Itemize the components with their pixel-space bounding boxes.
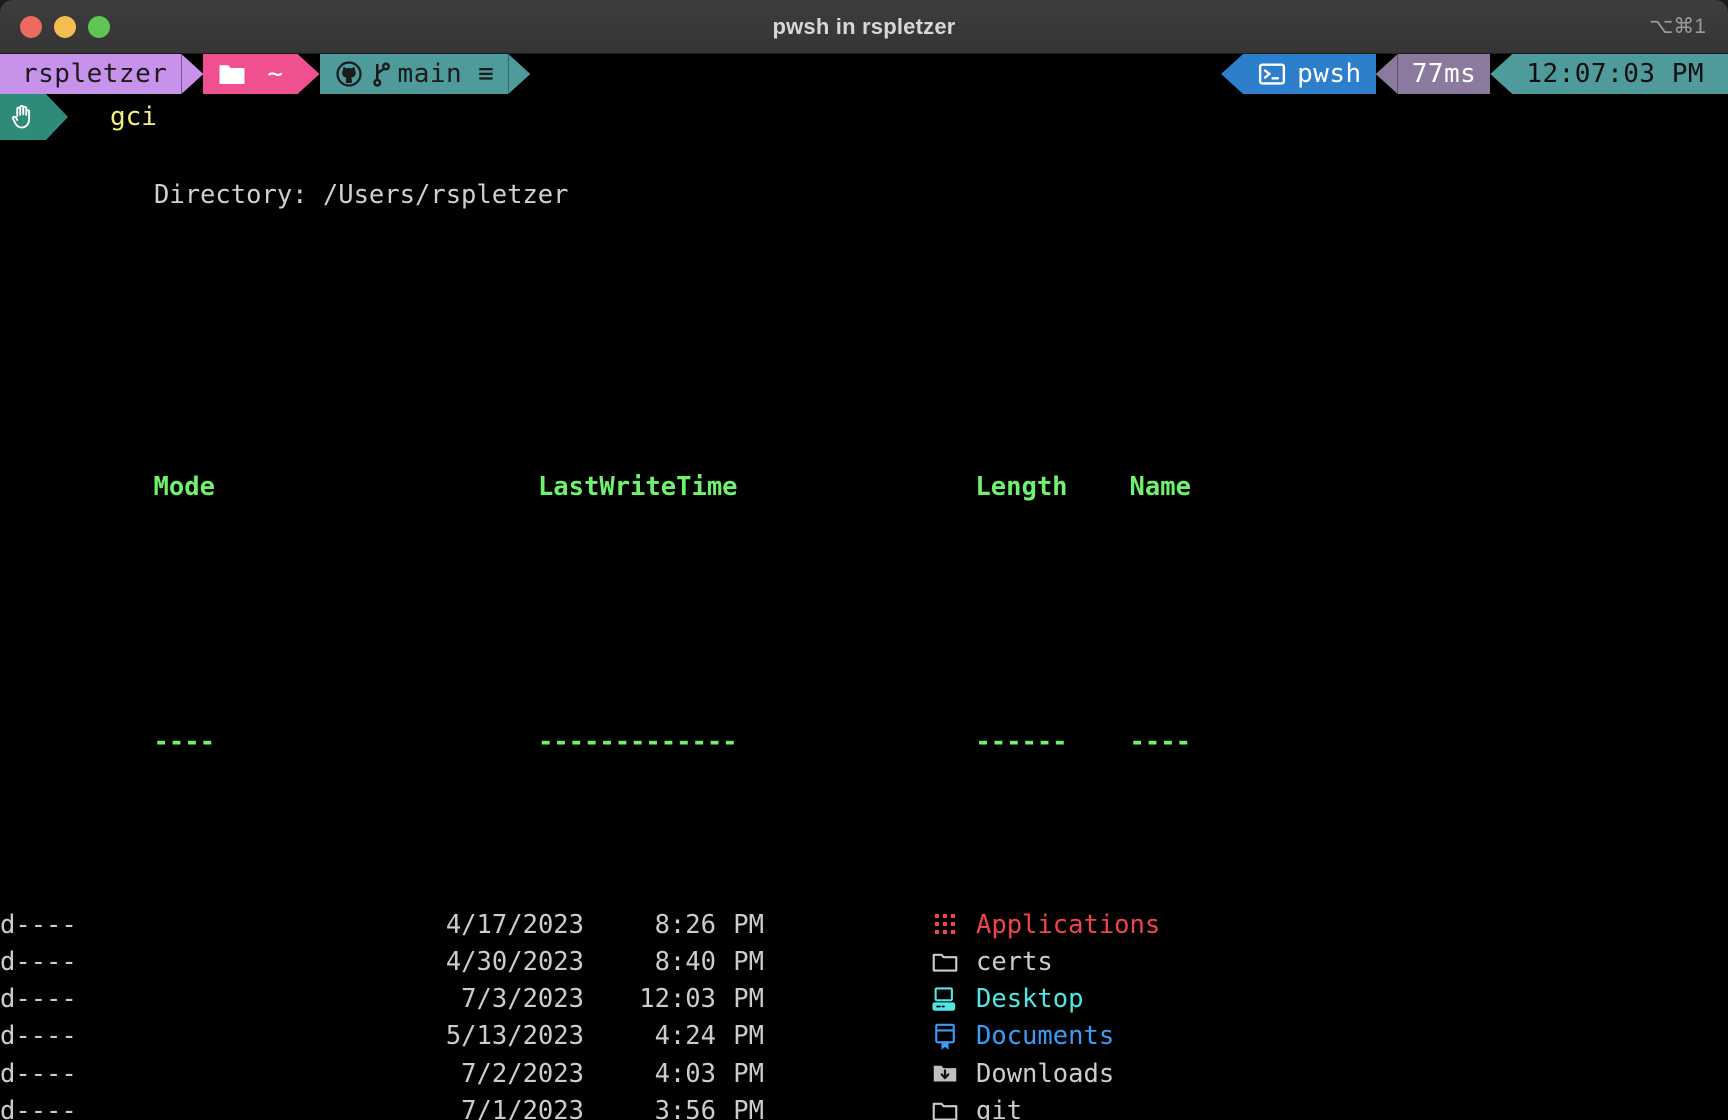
table-rows: d---- 4/17/2023 8:26 PM Applications d---- 4/… <box>0 907 1728 1120</box>
hand-icon <box>0 94 46 140</box>
cell-mode: d---- <box>0 1095 77 1120</box>
column-header-name: Name <box>1129 471 1191 502</box>
keyboard-shortcut-hint: ⌥⌘1 <box>1649 15 1706 38</box>
cell-ampm: PM <box>733 909 764 940</box>
terminal-body[interactable]: rspletzer ~ main ≡ pwsh 77ms 12:07:03 PM… <box>0 54 1728 1120</box>
terminal-window: pwsh in rspletzer ⌥⌘1 rspletzer ~ main ≡… <box>0 0 1728 1120</box>
zoom-button[interactable] <box>88 15 110 38</box>
rule-length: ------ <box>975 727 1068 757</box>
cell-mode: d---- <box>0 1021 77 1052</box>
desktop-icon <box>914 982 976 1019</box>
prompt-clock: 12:07:03 PM <box>1512 54 1728 94</box>
cell-ampm: PM <box>733 1021 764 1052</box>
cell-date: 7/1/2023 <box>461 1095 584 1120</box>
table-row: d---- 7/3/2023 12:03 PM Desktop <box>0 981 1728 1018</box>
cell-name[interactable]: git <box>976 1093 1022 1120</box>
column-header-length: Length <box>975 471 1068 502</box>
prompt-git: main ≡ <box>319 54 509 94</box>
prompt-path-label: ~ <box>267 59 284 89</box>
table-row: d---- 7/2/2023 4:03 PM Downloads <box>0 1056 1728 1093</box>
cell-time: 8:40 <box>654 946 716 977</box>
chevron-right-icon <box>181 54 204 94</box>
close-button[interactable] <box>20 15 42 38</box>
command-output: Directory: /Users/rspletzer Mode LastWrit… <box>0 140 1728 1120</box>
folder-icon <box>914 1094 976 1120</box>
cell-ampm: PM <box>733 1058 764 1089</box>
chevron-right-icon <box>297 54 320 94</box>
folder-icon <box>217 59 247 89</box>
prompt-duration: 77ms <box>1397 54 1491 94</box>
prompt-user: rspletzer <box>0 54 182 94</box>
table-row: d---- 4/30/2023 8:40 PM certs <box>0 944 1728 981</box>
rule-name: ---- <box>1129 727 1191 757</box>
cell-date: 7/3/2023 <box>461 984 584 1014</box>
column-header-lastwritetime: LastWriteTime <box>537 471 738 502</box>
cell-ampm: PM <box>733 1095 764 1120</box>
cell-ampm: PM <box>733 946 764 977</box>
directory-label: Directory: /Users/rspletzer <box>154 179 569 210</box>
cell-name[interactable]: Downloads <box>976 1056 1114 1093</box>
rule-lastwritetime: ------------- <box>537 727 738 757</box>
folder-icon <box>914 945 976 982</box>
cell-mode: d---- <box>0 984 77 1014</box>
downloads-icon <box>914 1056 976 1093</box>
cell-time: 4:24 <box>654 1021 716 1052</box>
table-row: d---- 7/1/2023 3:56 PM git <box>0 1093 1728 1120</box>
chevron-left-icon <box>1490 54 1513 94</box>
chevron-right-icon <box>508 54 531 94</box>
documents-icon <box>914 1019 976 1056</box>
cell-name[interactable]: Applications <box>976 907 1160 944</box>
cell-time: 12:03 <box>639 984 716 1014</box>
column-header-mode: Mode <box>153 471 215 502</box>
cell-time: 3:56 <box>654 1095 716 1120</box>
prompt-branch-label: main <box>397 59 463 89</box>
apps-grid-icon <box>914 907 976 944</box>
table-row: d---- 4/17/2023 8:26 PM Applications <box>0 907 1728 944</box>
table-row: d---- 5/13/2023 4:24 PM Documents <box>0 1018 1728 1055</box>
chevron-left-icon <box>1375 54 1398 94</box>
cell-date: 7/2/2023 <box>461 1058 584 1089</box>
window-title: pwsh in rspletzer <box>772 13 956 39</box>
typed-command[interactable]: gci <box>68 94 157 140</box>
chevron-right-icon <box>46 94 68 140</box>
github-icon <box>334 59 364 89</box>
cell-date: 4/17/2023 <box>445 909 584 940</box>
cell-time: 8:26 <box>654 909 716 940</box>
cell-mode: d---- <box>0 1058 77 1089</box>
file-listing-table: Mode LastWriteTime Length Name ---- --------… <box>0 286 1728 1120</box>
prompt-path: ~ <box>203 54 298 94</box>
title-bar: pwsh in rspletzer ⌥⌘1 <box>0 0 1728 54</box>
cell-date: 4/30/2023 <box>445 946 584 977</box>
branch-icon <box>366 59 396 89</box>
cell-mode: d---- <box>0 909 77 940</box>
cell-ampm: PM <box>733 984 764 1014</box>
table-header-row: Mode LastWriteTime Length Name <box>0 432 1728 542</box>
cell-name[interactable]: certs <box>976 944 1053 981</box>
rule-mode: ---- <box>153 727 215 757</box>
prompt-shell: pwsh <box>1243 54 1376 94</box>
command-line-top: gci <box>0 94 1728 140</box>
cell-mode: d---- <box>0 946 77 977</box>
chevron-left-icon <box>1221 54 1244 94</box>
minimize-button[interactable] <box>54 15 76 38</box>
cell-name[interactable]: Desktop <box>976 981 1083 1018</box>
terminal-icon <box>1257 59 1287 89</box>
cell-name[interactable]: Documents <box>976 1018 1114 1055</box>
prompt-shell-label: pwsh <box>1297 59 1362 89</box>
table-rule-row: ---- ------------- ------ ---- <box>0 688 1728 798</box>
traffic-lights <box>0 15 110 38</box>
prompt-line-top: rspletzer ~ main ≡ pwsh 77ms 12:07:03 PM <box>0 54 1728 94</box>
cell-date: 5/13/2023 <box>445 1021 584 1052</box>
git-status-icon: ≡ <box>478 59 495 89</box>
cell-time: 4:03 <box>654 1058 716 1089</box>
